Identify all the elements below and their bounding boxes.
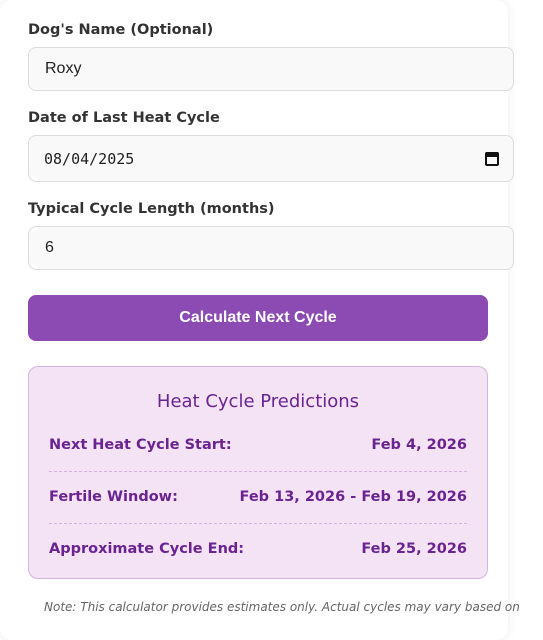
cycle-end-label: Approximate Cycle End: (49, 541, 245, 557)
dog-name-value: Roxy (45, 60, 82, 77)
last-heat-date-label: Date of Last Heat Cycle (28, 110, 220, 126)
last-heat-date-value: 08/04/2025 (44, 149, 135, 168)
next-start-label: Next Heat Cycle Start: (49, 437, 232, 453)
results-title: Heat Cycle Predictions (156, 391, 360, 412)
dog-name-input[interactable]: Roxy (28, 47, 514, 91)
disclaimer-note: Note: This calculator provides estimates… (44, 600, 520, 614)
result-row-cycle-end: Approximate Cycle End: Feb 25, 2026 (49, 523, 467, 575)
results-panel: Heat Cycle Predictions Next Heat Cycle S… (28, 366, 488, 579)
last-heat-date-input[interactable]: 08/04/2025 (28, 135, 514, 182)
result-row-fertile-window: Fertile Window: Feb 13, 2026 - Feb 19, 2… (49, 471, 467, 524)
calendar-icon[interactable] (485, 151, 499, 166)
cycle-length-value: 6 (45, 239, 54, 256)
calculate-button[interactable]: Calculate Next Cycle (28, 295, 488, 341)
dog-name-label: Dog's Name (Optional) (28, 22, 214, 38)
calculator-card: Dog's Name (Optional) Roxy Date of Last … (0, 0, 520, 640)
result-row-next-start: Next Heat Cycle Start: Feb 4, 2026 (49, 419, 467, 472)
cycle-length-input[interactable]: 6 (28, 226, 514, 270)
cycle-end-value: Feb 25, 2026 (361, 541, 467, 557)
next-start-value: Feb 4, 2026 (371, 437, 467, 453)
cycle-length-label: Typical Cycle Length (months) (28, 201, 275, 217)
fertile-window-label: Fertile Window: (49, 489, 178, 505)
fertile-window-value: Feb 13, 2026 - Feb 19, 2026 (239, 489, 467, 505)
